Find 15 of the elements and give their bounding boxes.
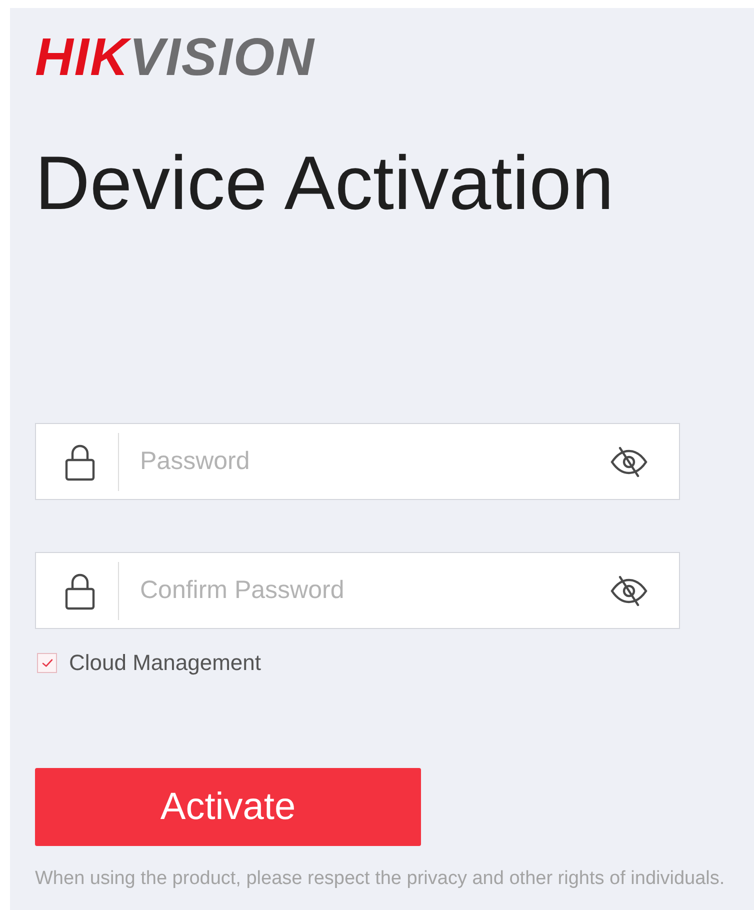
activate-button[interactable]: Activate: [35, 768, 421, 846]
checkbox[interactable]: [37, 653, 57, 673]
page-title: Device Activation: [35, 146, 614, 222]
password-field[interactable]: Password: [35, 423, 680, 500]
password-input[interactable]: Confirm Password: [140, 566, 598, 616]
checkmark-icon: [42, 659, 52, 667]
logo: HIKVISION: [35, 31, 315, 84]
eye-slash-icon[interactable]: [610, 446, 648, 478]
lock-icon: [65, 442, 95, 480]
checkbox-label[interactable]: Cloud Management: [69, 652, 262, 674]
lock-icon: [65, 572, 95, 610]
eye-slash-icon[interactable]: [610, 574, 648, 606]
password-field[interactable]: Confirm Password: [35, 552, 680, 629]
notice-text: When using the product, please respect the privacy and other rights of individuals.: [35, 868, 725, 891]
password-input[interactable]: Password: [140, 436, 598, 486]
